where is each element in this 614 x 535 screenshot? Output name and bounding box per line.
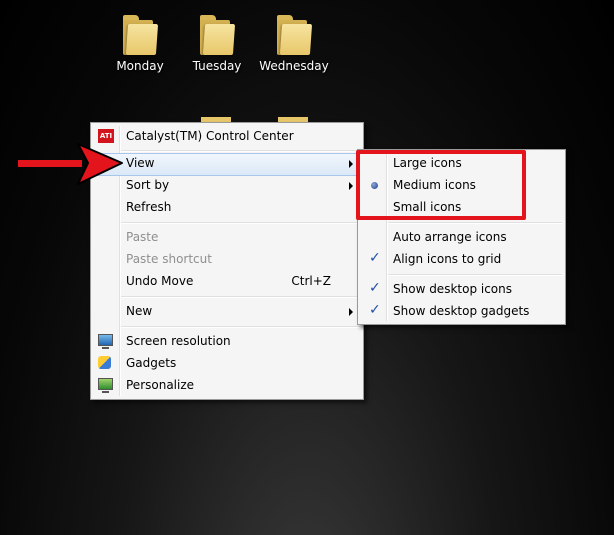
menu-item-gadgets[interactable]: Gadgets bbox=[93, 353, 361, 374]
menu-separator bbox=[121, 222, 360, 224]
submenu-item-label: Align icons to grid bbox=[393, 252, 502, 266]
monitor-icon bbox=[98, 334, 113, 349]
menu-item-label: Screen resolution bbox=[126, 334, 231, 348]
menu-item-undo-move[interactable]: Undo Move Ctrl+Z bbox=[93, 271, 361, 292]
menu-item-sort-by[interactable]: Sort by bbox=[93, 175, 361, 196]
submenu-item-align-to-grid[interactable]: ✓ Align icons to grid bbox=[360, 249, 563, 270]
folder-icon bbox=[277, 15, 313, 55]
menu-item-label: Gadgets bbox=[126, 356, 177, 370]
gadgets-icon bbox=[98, 356, 111, 369]
menu-item-label: Refresh bbox=[126, 200, 172, 214]
menu-item-view[interactable]: View bbox=[93, 153, 361, 176]
submenu-arrow-icon bbox=[349, 160, 353, 168]
menu-separator bbox=[121, 296, 360, 298]
submenu-item-show-desktop-icons[interactable]: ✓ Show desktop icons bbox=[360, 279, 563, 300]
menu-separator bbox=[121, 326, 360, 328]
menu-item-paste-shortcut: Paste shortcut bbox=[93, 249, 361, 270]
checkmark-icon: ✓ bbox=[369, 280, 381, 296]
menu-item-label: Personalize bbox=[126, 378, 195, 392]
menu-item-personalize[interactable]: Personalize bbox=[93, 375, 361, 396]
submenu-item-label: Show desktop icons bbox=[393, 282, 513, 296]
menu-item-label: Paste shortcut bbox=[126, 252, 212, 266]
submenu-arrow-icon bbox=[349, 182, 353, 190]
folder-icon bbox=[200, 15, 236, 55]
folder-label: Wednesday bbox=[259, 59, 329, 73]
menu-item-refresh[interactable]: Refresh bbox=[93, 197, 361, 218]
desktop-folder-wednesday[interactable]: Wednesday bbox=[249, 15, 339, 73]
personalize-icon bbox=[98, 378, 113, 393]
submenu-item-label: Show desktop gadgets bbox=[393, 304, 530, 318]
checkmark-icon: ✓ bbox=[369, 250, 381, 266]
submenu-item-auto-arrange[interactable]: Auto arrange icons bbox=[360, 227, 563, 248]
checkmark-icon: ✓ bbox=[369, 302, 381, 318]
submenu-item-label: Auto arrange icons bbox=[393, 230, 507, 244]
submenu-item-show-desktop-gadgets[interactable]: ✓ Show desktop gadgets bbox=[360, 301, 563, 322]
annotation-highlight-box bbox=[356, 150, 526, 220]
menu-item-new[interactable]: New bbox=[93, 301, 361, 322]
menu-item-label: Undo Move bbox=[126, 274, 194, 288]
menu-separator bbox=[388, 222, 562, 224]
menu-item-paste: Paste bbox=[93, 227, 361, 248]
menu-separator bbox=[121, 150, 360, 152]
menu-item-label: New bbox=[126, 304, 153, 318]
menu-item-label: View bbox=[126, 156, 155, 170]
menu-item-label: Sort by bbox=[126, 178, 170, 192]
menu-item-label: Paste bbox=[126, 230, 159, 244]
menu-item-shortcut: Ctrl+Z bbox=[291, 274, 331, 288]
desktop-context-menu: ATI Catalyst(TM) Control Center View Sor… bbox=[90, 122, 364, 400]
menu-item-label: Catalyst(TM) Control Center bbox=[126, 129, 294, 143]
annotation-arrow-icon bbox=[18, 143, 123, 185]
menu-item-screen-resolution[interactable]: Screen resolution bbox=[93, 331, 361, 352]
menu-separator bbox=[388, 274, 562, 276]
submenu-arrow-icon bbox=[349, 308, 353, 316]
menu-item-catalyst[interactable]: ATI Catalyst(TM) Control Center bbox=[93, 126, 361, 147]
folder-icon bbox=[123, 15, 159, 55]
